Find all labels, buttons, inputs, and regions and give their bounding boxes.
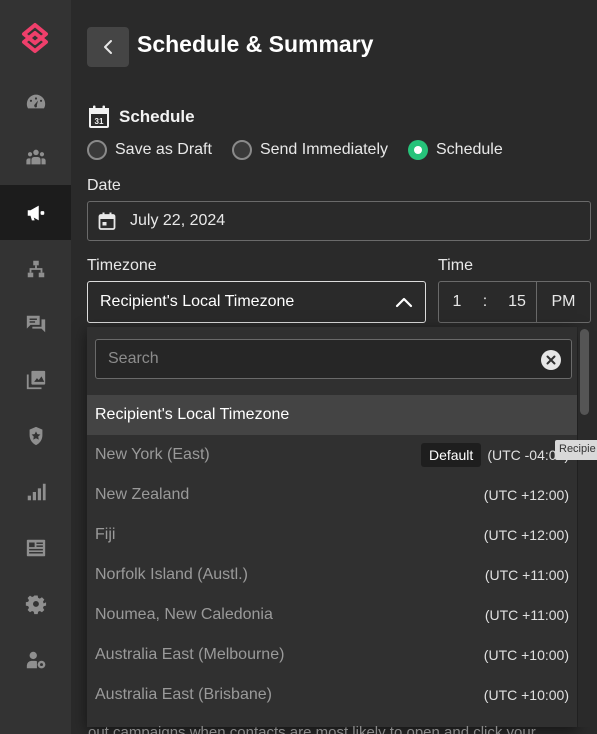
date-label: Date xyxy=(87,177,121,194)
main-panel: Schedule & Summary 31 Schedule Save as D… xyxy=(71,0,597,734)
timezone-option-name: New Zealand xyxy=(95,486,190,503)
timezone-select[interactable]: Recipient's Local Timezone xyxy=(87,281,426,323)
timezone-option-offset: (UTC +10:00) xyxy=(483,687,569,703)
chevron-left-icon xyxy=(104,40,112,54)
radio-save-as-draft[interactable]: Save as Draft xyxy=(87,140,212,160)
clear-search-button[interactable] xyxy=(541,350,561,370)
date-field[interactable]: July 22, 2024 xyxy=(87,201,591,241)
timezone-search-input[interactable] xyxy=(108,350,528,368)
dashboard-gauge-icon xyxy=(26,94,45,108)
badge-star-icon xyxy=(29,426,42,445)
timezone-dropdown: Recipient's Local Timezone New York (Eas… xyxy=(87,327,577,727)
nav-item-workflows[interactable] xyxy=(0,241,71,296)
time-label: Time xyxy=(438,257,473,274)
timezone-option-name: New York (East) xyxy=(95,446,210,463)
timezone-option-offset: (UTC +12:00) xyxy=(483,487,569,503)
timezone-search-box xyxy=(95,339,572,379)
calendar-icon: 31 xyxy=(88,105,110,129)
calendar-icon xyxy=(98,212,116,230)
chevron-up-icon xyxy=(395,297,413,308)
timezone-option[interactable]: Fiji (UTC +12:00) xyxy=(87,515,577,555)
default-badge: Default xyxy=(420,443,482,467)
timezone-option-offset: (UTC +10:00) xyxy=(483,647,569,663)
admin-settings-icon xyxy=(26,651,45,668)
timezone-option-name: Recipient's Local Timezone xyxy=(95,406,290,423)
timezone-option[interactable]: Australia East (Brisbane) (UTC +10:00) xyxy=(87,675,577,715)
calendar-day-text: 31 xyxy=(95,117,104,126)
nav-item-rewards[interactable] xyxy=(0,408,71,463)
timezone-option-name: Australia East (Brisbane) xyxy=(95,686,272,703)
time-ampm-toggle[interactable]: PM xyxy=(536,282,590,322)
footer-helper-text: out campaigns when contacts are most lik… xyxy=(88,724,536,734)
nav-item-conversations[interactable] xyxy=(0,296,71,351)
nav-item-contacts[interactable] xyxy=(0,129,71,184)
timezone-option[interactable]: New Zealand (UTC +12:00) xyxy=(87,475,577,515)
page-title: Schedule & Summary xyxy=(137,31,374,57)
timezone-selected-value: Recipient's Local Timezone xyxy=(100,293,295,310)
radio-circle-selected[interactable] xyxy=(408,140,428,160)
radio-schedule[interactable]: Schedule xyxy=(408,140,503,160)
nav-item-admin[interactable] xyxy=(0,632,71,687)
timezone-option-name: Norfolk Island (Austl.) xyxy=(95,566,248,583)
radio-send-immediately[interactable]: Send Immediately xyxy=(231,140,388,160)
megaphone-icon xyxy=(27,205,44,220)
time-minute-input[interactable]: 15 xyxy=(497,293,537,311)
timezone-option-name: Australia East (Melbourne) xyxy=(95,646,285,663)
time-picker: 1 : 15 PM xyxy=(438,281,591,323)
contacts-group-icon xyxy=(25,149,46,164)
timezone-option-name: Fiji xyxy=(95,526,116,543)
timezone-option[interactable]: Norfolk Island (Austl.) (UTC +11:00) xyxy=(87,555,577,595)
nav-item-campaigns[interactable] xyxy=(0,185,71,240)
radio-circle[interactable] xyxy=(231,140,252,160)
timezone-option[interactable]: Recipient's Local Timezone xyxy=(87,395,577,435)
dropdown-scrollbar-thumb[interactable] xyxy=(580,329,589,415)
back-button[interactable] xyxy=(87,27,129,67)
timezone-option-offset: (UTC +11:00) xyxy=(484,567,569,583)
org-chart-icon xyxy=(27,260,44,277)
timezone-option[interactable]: Australia East (Melbourne) (UTC +10:00) xyxy=(87,635,577,675)
timezone-option[interactable]: New York (East) Default (UTC -04:00) xyxy=(87,435,577,475)
nav-item-newsletter[interactable] xyxy=(0,520,71,575)
timezone-option-offset: (UTC +12:00) xyxy=(483,527,569,543)
nav-item-reports[interactable] xyxy=(0,464,71,519)
radio-circle[interactable] xyxy=(87,140,107,160)
media-library-icon xyxy=(26,370,45,389)
date-value: July 22, 2024 xyxy=(130,212,226,229)
timezone-option-name: Noumea, New Caledonia xyxy=(95,606,273,623)
brand-logo-icon[interactable] xyxy=(20,22,50,54)
nav-item-media[interactable] xyxy=(0,352,71,407)
close-icon xyxy=(546,355,556,365)
nav-item-settings[interactable] xyxy=(0,576,71,631)
time-separator: : xyxy=(482,293,488,310)
sidebar xyxy=(0,0,71,734)
newspaper-icon xyxy=(26,539,45,556)
nav-item-dashboard[interactable] xyxy=(0,74,71,129)
radio-label: Save as Draft xyxy=(115,141,212,158)
radio-label: Schedule xyxy=(436,141,503,158)
time-hour-input[interactable]: 1 xyxy=(439,293,473,311)
send-option-radio-group: Save as Draft Send Immediately Schedule xyxy=(87,140,523,160)
timezone-list: Recipient's Local Timezone New York (Eas… xyxy=(87,395,577,715)
timezone-option[interactable]: Noumea, New Caledonia (UTC +11:00) xyxy=(87,595,577,635)
schedule-section-title: Schedule xyxy=(119,107,195,126)
timezone-label: Timezone xyxy=(87,257,157,274)
chat-bubbles-icon xyxy=(26,315,45,332)
radio-label: Send Immediately xyxy=(259,141,388,158)
gear-icon xyxy=(25,595,46,614)
tooltip: Recipie xyxy=(555,440,597,460)
bar-chart-icon xyxy=(27,483,46,500)
timezone-option-offset: (UTC +11:00) xyxy=(484,607,569,623)
